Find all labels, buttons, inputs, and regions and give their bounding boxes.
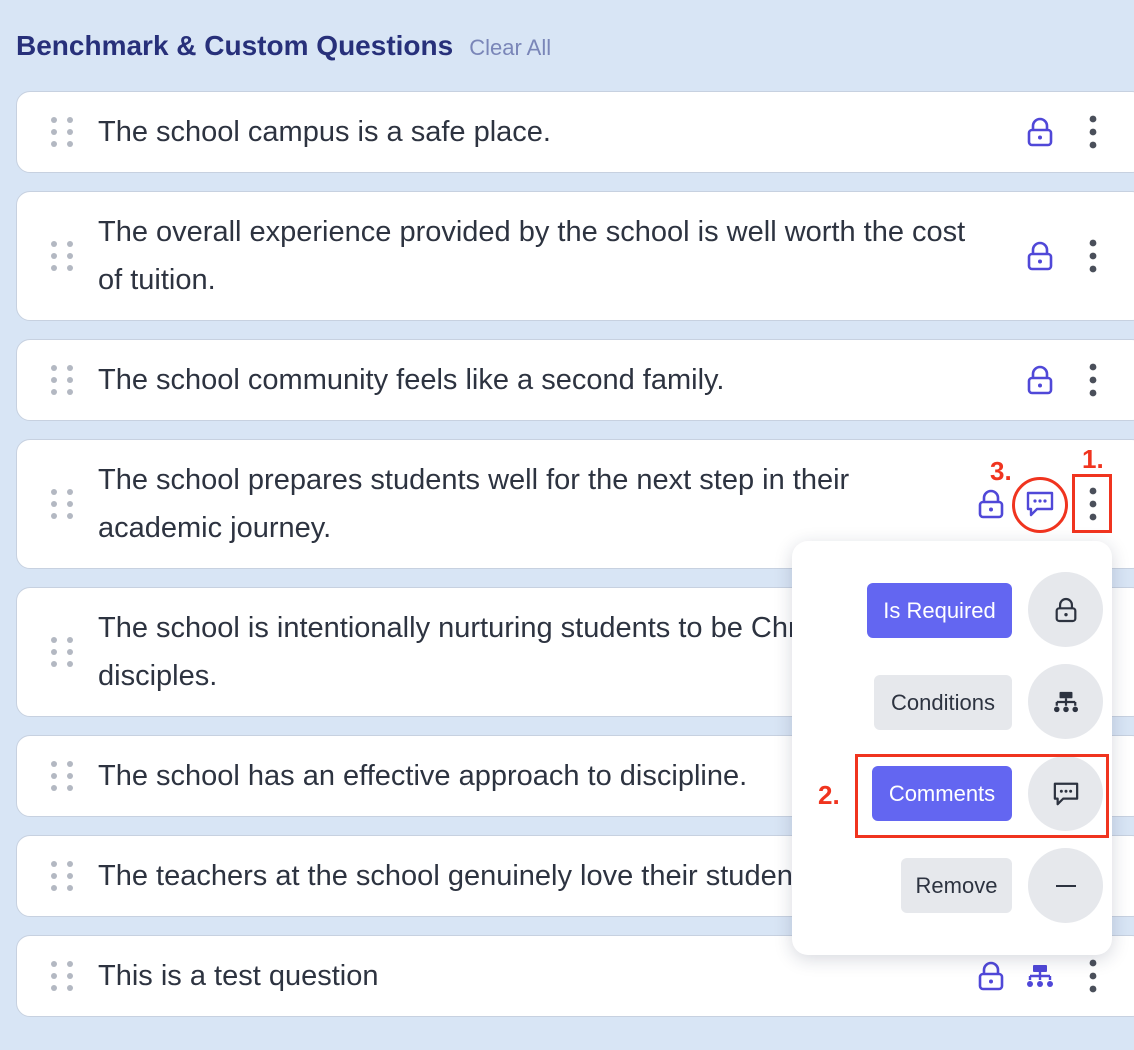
remove-toggle[interactable] bbox=[1028, 848, 1103, 923]
more-options-icon[interactable] bbox=[1079, 236, 1107, 276]
drag-handle-icon[interactable] bbox=[51, 758, 75, 794]
minus-icon bbox=[1055, 884, 1076, 887]
section-title: Benchmark & Custom Questions bbox=[16, 30, 454, 61]
lock-icon[interactable] bbox=[1025, 239, 1055, 273]
drag-handle-icon[interactable] bbox=[51, 958, 75, 994]
drag-handle-icon[interactable] bbox=[51, 486, 75, 522]
annotation-label-1: 1. bbox=[1082, 444, 1104, 474]
drag-handle-icon[interactable] bbox=[51, 114, 75, 150]
question-card: The school campus is a safe place. bbox=[16, 91, 1134, 173]
question-text: The school campus is a safe place. bbox=[98, 116, 551, 148]
conditions-button[interactable]: Conditions bbox=[874, 675, 1012, 730]
lock-icon bbox=[1055, 597, 1076, 622]
lock-icon[interactable] bbox=[1025, 115, 1055, 149]
more-options-icon[interactable] bbox=[1079, 360, 1107, 400]
annotation-label-3: 3. bbox=[990, 456, 1012, 486]
more-options-icon[interactable] bbox=[1079, 112, 1107, 152]
drag-handle-icon[interactable] bbox=[51, 858, 75, 894]
conditions-icon[interactable] bbox=[1023, 959, 1057, 993]
drag-handle-icon[interactable] bbox=[51, 634, 75, 670]
lock-icon[interactable] bbox=[976, 959, 1006, 993]
question-card: The school community feels like a second… bbox=[16, 339, 1134, 421]
remove-button[interactable]: Remove bbox=[901, 858, 1012, 913]
lock-icon[interactable] bbox=[1025, 363, 1055, 397]
conditions-toggle[interactable] bbox=[1028, 664, 1103, 739]
question-text: The school community feels like a second… bbox=[98, 364, 725, 396]
drag-handle-icon[interactable] bbox=[51, 238, 75, 274]
annotation-box-comments bbox=[855, 754, 1109, 838]
question-text: The overall experience provided by the s… bbox=[98, 216, 966, 296]
lock-icon[interactable] bbox=[976, 487, 1006, 521]
is-required-toggle[interactable] bbox=[1028, 572, 1103, 647]
annotation-label-2: 2. bbox=[818, 780, 840, 810]
annotation-box-kebab bbox=[1072, 474, 1112, 533]
question-text: The school is intentionally nurturing st… bbox=[98, 612, 866, 692]
drag-handle-icon[interactable] bbox=[51, 362, 75, 398]
question-text: The school prepares students well for th… bbox=[98, 464, 850, 544]
question-options-menu: Is Required Conditions Comments Remove bbox=[792, 541, 1112, 955]
question-card: The overall experience provided by the s… bbox=[16, 191, 1134, 321]
clear-all-link[interactable]: Clear All bbox=[469, 35, 551, 61]
more-options-icon[interactable] bbox=[1079, 956, 1107, 996]
annotation-circle-comment bbox=[1012, 477, 1068, 533]
conditions-icon bbox=[1053, 691, 1078, 712]
section-header: Benchmark & Custom Questions Clear All bbox=[16, 30, 551, 62]
question-text: This is a test question bbox=[98, 960, 379, 992]
is-required-button[interactable]: Is Required bbox=[867, 583, 1012, 638]
